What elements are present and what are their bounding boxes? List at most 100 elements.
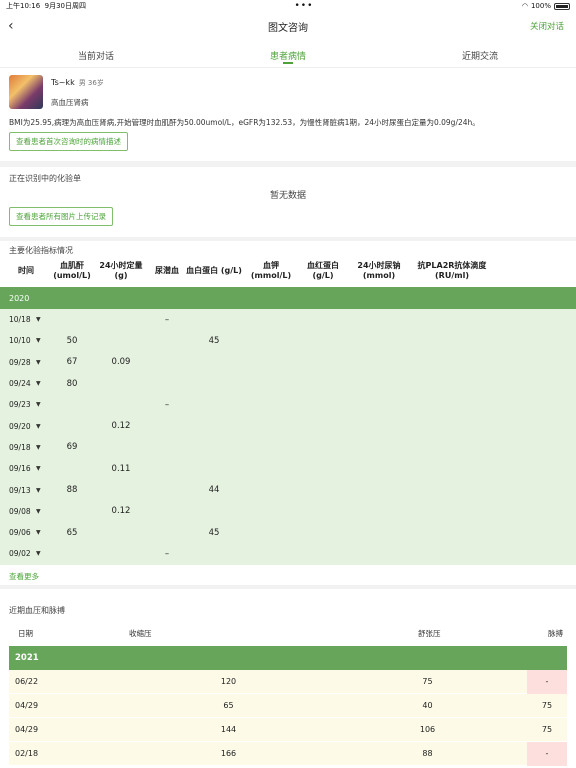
lab-cell-creatinine [52, 394, 92, 416]
lab-cell-urine-sodium [348, 309, 410, 331]
lab-row: 09/28 ▼ 67 0.09 [0, 351, 576, 373]
view-more-link[interactable]: 查看更多 [0, 565, 576, 585]
chevron-down-icon[interactable]: ▼ [36, 351, 52, 373]
lab-cell-albumin: 45 [184, 521, 244, 544]
chevron-down-icon[interactable]: ▼ [36, 458, 52, 480]
chevron-down-icon[interactable]: ▼ [36, 479, 52, 501]
lab-cell-hemoglobin [298, 330, 348, 352]
lab-row-date: 09/06 [0, 521, 36, 544]
bp-cell-pulse: - [527, 669, 567, 694]
page-title: 图文咨询 [268, 22, 308, 34]
lab-cell-occult-blood [150, 479, 184, 501]
bp-header-date: 日期 [18, 629, 33, 639]
lab-cell-creatinine: 50 [52, 330, 92, 352]
chevron-down-icon[interactable]: ▼ [36, 543, 52, 565]
lab-row: 09/20 ▼ 0.12 [0, 415, 576, 437]
patient-name: Ts~kk [51, 78, 75, 87]
back-chevron-icon[interactable]: ‹ [8, 18, 14, 34]
multitask-dots-icon[interactable]: ••• [294, 2, 313, 11]
lab-row: 09/23 ▼ – [0, 394, 576, 416]
chevron-down-icon[interactable]: ▼ [36, 500, 52, 522]
lab-cell-urine-sodium [348, 521, 410, 544]
tab-bar: 当前对话 患者病情 近期交流 [0, 40, 576, 68]
lab-row: 10/18 ▼ – [0, 309, 576, 331]
lab-row-date: 09/28 [0, 351, 36, 373]
lab-cell-urine-sodium [348, 415, 410, 437]
date-text: 9月30日周四 [44, 2, 87, 10]
lab-cell-24h-protein [92, 394, 150, 416]
lab-cell-creatinine: 65 [52, 521, 92, 544]
tab-current-conversation[interactable]: 当前对话 [0, 40, 192, 67]
lab-cell-creatinine: 67 [52, 351, 92, 373]
lab-cell-albumin [184, 543, 244, 565]
lab-cell-hemoglobin [298, 479, 348, 501]
bp-cell-diastolic: 88 [422, 749, 433, 759]
lab-cell-potassium [244, 436, 298, 459]
image-upload-records-button[interactable]: 查看患者所有图片上传记录 [9, 207, 113, 226]
lab-cell-pla2r [410, 479, 494, 501]
lab-cell-urine-sodium [348, 458, 410, 480]
lab-cell-albumin [184, 394, 244, 416]
lab-cell-24h-protein: 0.12 [92, 415, 150, 437]
lab-cell-pla2r [410, 521, 494, 544]
lab-cell-occult-blood [150, 351, 184, 373]
bp-row: 04/29 65 40 75 [9, 693, 567, 718]
lab-cell-hemoglobin [298, 394, 348, 416]
lab-cell-hemoglobin [298, 521, 348, 544]
chevron-down-icon[interactable]: ▼ [36, 521, 52, 544]
lab-cell-albumin [184, 351, 244, 373]
tab-patient-condition[interactable]: 患者病情 [192, 40, 384, 67]
patient-meta: 男 36岁 [78, 79, 104, 87]
lab-header-creatinine: 血肌酐 (umol/L) [53, 261, 91, 280]
no-data-text: 暂无数据 [269, 191, 306, 201]
lab-cell-urine-sodium [348, 479, 410, 501]
lab-cell-24h-protein [92, 309, 150, 331]
lab-cell-potassium [244, 521, 298, 544]
lab-cell-urine-sodium [348, 394, 410, 416]
lab-table: 时间 血肌酐 (umol/L) 24小时定量 (g) 尿潜血 血白蛋白 (g/L… [0, 255, 576, 565]
lab-row: 09/24 ▼ 80 [0, 372, 576, 395]
bp-year-row: 2021 [9, 645, 567, 670]
first-visit-description-button[interactable]: 查看患者首次咨询时的病情描述 [9, 132, 128, 151]
lab-cell-creatinine: 80 [52, 372, 92, 395]
lab-cell-pla2r [410, 415, 494, 437]
tab-recent-communication[interactable]: 近期交流 [384, 40, 576, 67]
lab-cell-24h-protein [92, 372, 150, 395]
lab-cell-potassium [244, 500, 298, 522]
lab-header-spacer [494, 255, 576, 287]
chevron-down-icon[interactable]: ▼ [36, 309, 52, 331]
lab-cell-urine-sodium [348, 500, 410, 522]
bp-cell-pulse: 75 [541, 700, 553, 710]
lab-header-occult-blood: 尿潜血 [155, 266, 179, 275]
lab-row: 09/06 ▼ 65 45 [0, 521, 576, 544]
bp-header-row: 日期 收缩压 舒张压 脉搏 [9, 622, 567, 646]
close-conversation-button[interactable]: 关闭对话 [530, 20, 564, 32]
chevron-down-icon[interactable]: ▼ [36, 372, 52, 395]
chevron-down-icon[interactable]: ▼ [36, 330, 52, 352]
recognizing-lab-title: 正在识别中的化验单 [9, 174, 81, 183]
chevron-down-icon[interactable]: ▼ [36, 436, 52, 459]
main-lab-title: 主要化验指标情况 [9, 246, 73, 255]
lab-cell-hemoglobin [298, 458, 348, 480]
lab-cell-spacer [494, 500, 576, 522]
lab-header-row: 时间 血肌酐 (umol/L) 24小时定量 (g) 尿潜血 血白蛋白 (g/L… [0, 255, 576, 287]
lab-row-date: 09/13 [0, 479, 36, 501]
lab-cell-albumin: 45 [184, 330, 244, 352]
lab-cell-urine-sodium [348, 436, 410, 459]
avatar[interactable] [9, 75, 43, 109]
battery-icon [553, 2, 570, 10]
status-right: ◠ 100% [522, 2, 570, 10]
lab-row-date: 09/24 [0, 372, 36, 395]
lab-cell-occult-blood [150, 415, 184, 437]
lab-cell-spacer [494, 394, 576, 416]
bp-header-pulse: 脉搏 [548, 629, 563, 639]
lab-cell-occult-blood [150, 372, 184, 395]
status-time: 上午10:16 9月30日周四 [6, 1, 86, 11]
bp-title: 近期血压和脉搏 [9, 605, 65, 615]
chevron-down-icon[interactable]: ▼ [36, 394, 52, 416]
bp-cell-pulse: 75 [541, 724, 553, 734]
lab-cell-pla2r [410, 500, 494, 522]
lab-header-potassium: 血钾 (mmol/L) [250, 261, 292, 280]
chevron-down-icon[interactable]: ▼ [36, 415, 52, 437]
lab-cell-creatinine [52, 543, 92, 565]
